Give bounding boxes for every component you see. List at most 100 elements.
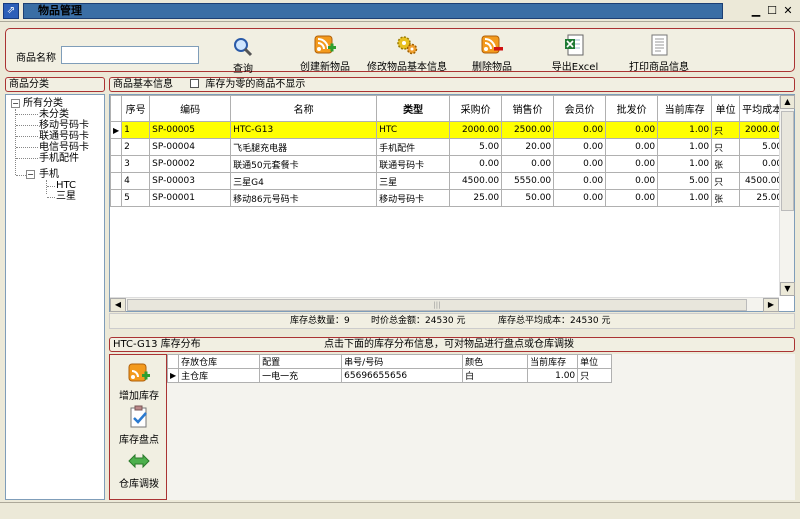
table-cell[interactable]: 一电一充 xyxy=(259,368,343,383)
column-header[interactable]: 名称 xyxy=(230,95,378,122)
table-cell[interactable]: SP-00003 xyxy=(149,172,232,190)
table-cell[interactable]: SP-00001 xyxy=(149,189,232,207)
tree-item-all[interactable]: 所有分类 xyxy=(23,98,63,109)
table-cell[interactable]: 只 xyxy=(711,138,741,156)
table-cell[interactable]: 0.00 xyxy=(449,155,503,173)
table-cell[interactable]: 主仓库 xyxy=(178,368,261,383)
table-cell[interactable]: 0.00 xyxy=(553,189,607,207)
table-cell[interactable]: 65696655656 xyxy=(341,368,464,383)
table-cell[interactable]: 5.00 xyxy=(739,138,786,156)
table-cell[interactable]: 只 xyxy=(577,368,613,383)
product-grid[interactable]: 序号 编码 名称 类型 采购价 销售价 会员价 批发价 当前库存 单位 平均成本… xyxy=(109,94,795,312)
tree-item-samsung[interactable]: 三星 xyxy=(56,191,76,202)
table-cell[interactable]: 25.00 xyxy=(739,189,786,207)
table-cell[interactable]: 1 xyxy=(121,121,151,139)
column-header[interactable]: 颜色 xyxy=(462,354,529,369)
table-cell[interactable]: 只 xyxy=(711,172,741,190)
tree-item-unicom-card[interactable]: 联通号码卡 xyxy=(39,131,89,142)
column-header[interactable]: 串号/号码 xyxy=(341,354,464,369)
table-cell[interactable]: 2000.00 xyxy=(739,121,786,139)
hide-zero-stock-checkbox[interactable] xyxy=(190,79,200,88)
scroll-down-button[interactable]: ▼ xyxy=(780,282,795,296)
table-cell[interactable]: 4 xyxy=(121,172,151,190)
table-cell[interactable]: 5.00 xyxy=(657,172,713,190)
scroll-left-button[interactable]: ◀ xyxy=(110,298,126,312)
column-header[interactable]: 当前库存 xyxy=(657,95,713,122)
table-cell[interactable]: 4500.00 xyxy=(739,172,786,190)
table-row[interactable]: ▶ 1 SP-00005 HTC-G13 HTC 2000.00 2500.00… xyxy=(110,121,786,139)
minimize-icon[interactable]: ▁ xyxy=(749,5,763,18)
table-cell[interactable]: 移动号码卡 xyxy=(376,189,451,207)
table-row[interactable]: 4 SP-00003 三星G4 三星 4500.00 5550.00 0.00 … xyxy=(110,172,786,190)
table-cell[interactable]: 联通号码卡 xyxy=(376,155,451,173)
column-header[interactable]: 当前库存 xyxy=(527,354,579,369)
table-cell[interactable]: 0.00 xyxy=(739,155,786,173)
table-cell[interactable]: 联通50元套餐卡 xyxy=(230,155,378,173)
query-button[interactable]: 查询 xyxy=(226,36,260,75)
table-row[interactable]: ▶ 主仓库 一电一充 65696655656 白 1.00 只 xyxy=(166,368,613,383)
tree-item-uncategorized[interactable]: 未分类 xyxy=(39,109,69,120)
column-header[interactable]: 单位 xyxy=(711,95,741,122)
table-cell[interactable]: HTC-G13 xyxy=(230,121,378,139)
export-excel-button[interactable]: 导出Excel xyxy=(549,34,601,73)
close-icon[interactable]: ✕ xyxy=(781,5,795,18)
column-header[interactable]: 平均成本 xyxy=(739,95,786,122)
table-cell[interactable]: 张 xyxy=(711,155,741,173)
table-cell[interactable]: 0.00 xyxy=(553,138,607,156)
table-cell[interactable]: 4500.00 xyxy=(449,172,503,190)
table-cell[interactable]: 飞毛腿充电器 xyxy=(230,138,378,156)
table-cell[interactable]: 2 xyxy=(121,138,151,156)
table-cell[interactable]: SP-00004 xyxy=(149,138,232,156)
table-cell[interactable]: 50.00 xyxy=(501,189,555,207)
table-row[interactable]: 2 SP-00004 飞毛腿充电器 手机配件 5.00 20.00 0.00 0… xyxy=(110,138,786,156)
stock-check-button[interactable]: 库存盘点 xyxy=(114,405,164,446)
table-cell[interactable]: 0.00 xyxy=(605,172,659,190)
column-header[interactable]: 存放仓库 xyxy=(178,354,261,369)
table-cell[interactable]: 2500.00 xyxy=(501,121,555,139)
table-row[interactable]: 3 SP-00002 联通50元套餐卡 联通号码卡 0.00 0.00 0.00… xyxy=(110,155,786,173)
column-header[interactable]: 类型 xyxy=(376,95,451,122)
add-stock-button[interactable]: 增加库存 xyxy=(114,361,164,402)
table-row[interactable]: 5 SP-00001 移动86元号码卡 移动号码卡 25.00 50.00 0.… xyxy=(110,189,786,207)
table-cell[interactable]: 25.00 xyxy=(449,189,503,207)
vertical-scroll-thumb[interactable] xyxy=(781,111,794,211)
tree-item-telecom-card[interactable]: 电信号码卡 xyxy=(39,142,89,153)
tree-expander-root[interactable]: − xyxy=(11,99,20,108)
column-header[interactable]: 序号 xyxy=(121,95,151,122)
table-cell[interactable]: 2000.00 xyxy=(449,121,503,139)
column-header[interactable]: 批发价 xyxy=(605,95,659,122)
tree-expander-phone[interactable]: − xyxy=(26,170,35,179)
column-header[interactable]: 编码 xyxy=(149,95,232,122)
table-cell[interactable]: 只 xyxy=(711,121,741,139)
table-cell[interactable]: 0.00 xyxy=(605,138,659,156)
vertical-scrollbar[interactable]: ▲ ▼ xyxy=(779,95,795,296)
table-cell[interactable]: 3 xyxy=(121,155,151,173)
tree-item-htc[interactable]: HTC xyxy=(56,180,76,191)
delete-item-button[interactable]: 删除物品 xyxy=(468,34,516,73)
print-item-button[interactable]: 打印商品信息 xyxy=(627,34,691,73)
stock-distribution-grid[interactable]: 存放仓库 配置 串号/号码 颜色 当前库存 单位 ▶ 主仓库 一电一充 6569… xyxy=(166,354,795,500)
warehouse-transfer-button[interactable]: 仓库调拨 xyxy=(114,449,164,490)
table-cell[interactable]: 5550.00 xyxy=(501,172,555,190)
table-cell[interactable]: 0.00 xyxy=(501,155,555,173)
table-cell[interactable]: 手机配件 xyxy=(376,138,451,156)
table-cell[interactable]: 0.00 xyxy=(553,155,607,173)
create-item-button[interactable]: 创建新物品 xyxy=(295,34,355,73)
column-header[interactable]: 配置 xyxy=(259,354,343,369)
edit-item-button[interactable]: 修改物品基本信息 xyxy=(366,34,448,73)
horizontal-scrollbar[interactable]: ◀ ||| ▶ xyxy=(110,297,779,312)
table-cell[interactable]: 张 xyxy=(711,189,741,207)
search-input[interactable] xyxy=(61,46,199,64)
table-cell[interactable]: 0.00 xyxy=(605,155,659,173)
table-cell[interactable]: 三星 xyxy=(376,172,451,190)
category-tree[interactable]: − 所有分类 未分类 移动号码卡 联通号码卡 电信号码卡 手机配件 − 手机 H… xyxy=(5,94,105,500)
scroll-right-button[interactable]: ▶ xyxy=(763,298,779,312)
table-cell[interactable]: 1.00 xyxy=(657,189,713,207)
maximize-icon[interactable]: ☐ xyxy=(765,5,779,18)
table-cell[interactable]: 1.00 xyxy=(527,368,579,383)
table-cell[interactable]: 1.00 xyxy=(657,121,713,139)
column-header[interactable]: 单位 xyxy=(577,354,613,369)
table-cell[interactable]: SP-00002 xyxy=(149,155,232,173)
table-cell[interactable]: SP-00005 xyxy=(149,121,232,139)
column-header[interactable]: 会员价 xyxy=(553,95,607,122)
